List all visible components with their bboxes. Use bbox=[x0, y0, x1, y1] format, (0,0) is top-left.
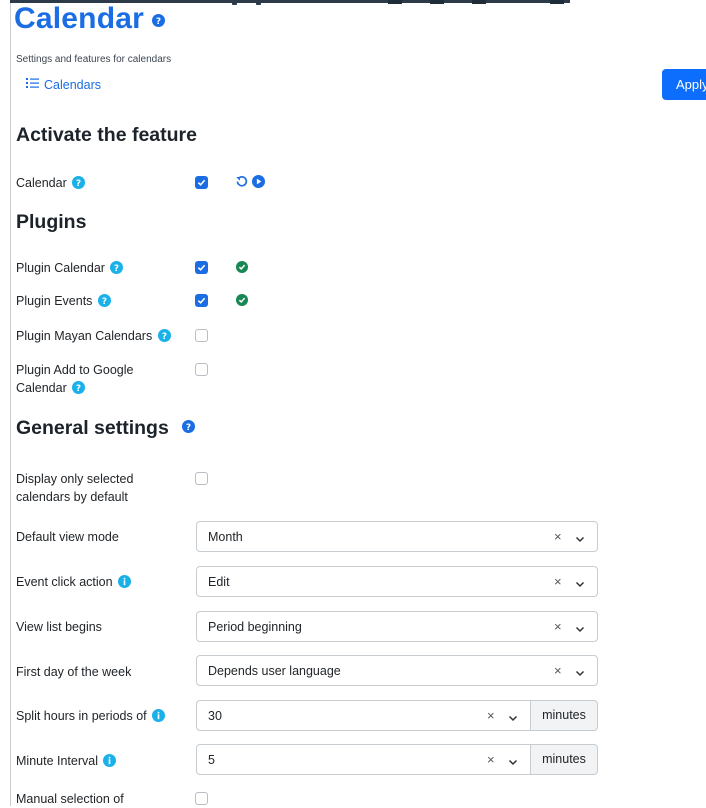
display-selected-label-line2: calendars by default bbox=[16, 490, 128, 504]
section-heading-general: General settings ? bbox=[16, 416, 196, 440]
list-icon bbox=[26, 77, 39, 92]
plugin-calendar-checkbox[interactable] bbox=[195, 261, 208, 274]
check-icon bbox=[197, 179, 206, 186]
row-label-display-selected: Display only selected calendars by defau… bbox=[16, 470, 133, 506]
chevron-down-icon[interactable] bbox=[575, 666, 585, 681]
plugin-google-label-line2: Calendar bbox=[16, 381, 67, 395]
question-icon[interactable]: ? bbox=[157, 329, 171, 347]
info-icon[interactable] bbox=[152, 709, 166, 727]
calendar-label: Calendar bbox=[16, 176, 67, 190]
svg-text:?: ? bbox=[76, 179, 81, 189]
chevron-down-icon[interactable] bbox=[508, 755, 518, 770]
question-icon[interactable]: ? bbox=[110, 261, 124, 279]
row-label-manual-selection: Manual selection of bbox=[16, 792, 124, 806]
row-label-split-hours: Split hours in periods of bbox=[16, 707, 166, 727]
display-selected-label-line1: Display only selected bbox=[16, 472, 134, 486]
row-label-event-click: Event click action bbox=[16, 573, 132, 593]
event-click-select[interactable]: Edit × bbox=[196, 566, 598, 597]
row-label-first-day: First day of the week bbox=[16, 665, 132, 679]
reset-icon[interactable] bbox=[235, 175, 248, 191]
page-title: Calendar bbox=[14, 2, 144, 35]
row-label-calendar: Calendar ? bbox=[16, 174, 86, 194]
page-border bbox=[10, 0, 11, 806]
breadcrumb-label: Calendars bbox=[44, 77, 101, 92]
event-click-label: Event click action bbox=[16, 575, 113, 589]
default-view-select[interactable]: Month × bbox=[196, 521, 598, 552]
svg-text:?: ? bbox=[102, 297, 107, 307]
help-icon[interactable]: ? bbox=[182, 416, 196, 439]
default-view-value: Month bbox=[208, 530, 243, 544]
calendar-checkbox[interactable] bbox=[195, 176, 208, 189]
section-heading-activate: Activate the feature bbox=[16, 124, 197, 146]
chevron-down-icon[interactable] bbox=[575, 622, 585, 637]
minute-interval-label: Minute Interval bbox=[16, 754, 98, 768]
svg-text:?: ? bbox=[156, 17, 161, 27]
first-day-select[interactable]: Depends user language × bbox=[196, 655, 598, 686]
view-list-value: Period beginning bbox=[208, 620, 302, 634]
row-label-plugin-mayan: Plugin Mayan Calendars ? bbox=[16, 327, 171, 347]
display-selected-checkbox[interactable] bbox=[195, 472, 208, 485]
split-hours-select[interactable]: 30 × bbox=[196, 700, 531, 731]
plugin-calendar-label: Plugin Calendar bbox=[16, 261, 105, 275]
row-label-plugin-calendar: Plugin Calendar ? bbox=[16, 259, 124, 279]
general-heading-text: General settings bbox=[16, 417, 169, 439]
chevron-down-icon[interactable] bbox=[575, 532, 585, 547]
cropped-header-glyph bbox=[232, 0, 237, 5]
play-circle-icon[interactable] bbox=[252, 175, 265, 191]
clear-icon[interactable]: × bbox=[554, 574, 562, 589]
question-icon[interactable]: ? bbox=[97, 294, 111, 312]
row-label-view-list: View list begins bbox=[16, 620, 102, 634]
view-list-select[interactable]: Period beginning × bbox=[196, 611, 598, 642]
row-label-plugin-google: Plugin Add to Google Calendar ? bbox=[16, 361, 133, 399]
check-circle-icon bbox=[236, 294, 248, 306]
page-header: Calendar ? bbox=[14, 2, 165, 36]
svg-text:?: ? bbox=[186, 423, 191, 433]
row-label-minute-interval: Minute Interval bbox=[16, 752, 117, 772]
clear-icon[interactable]: × bbox=[487, 752, 495, 767]
chevron-down-icon[interactable] bbox=[508, 711, 518, 726]
question-icon[interactable]: ? bbox=[72, 381, 86, 399]
plugin-google-checkbox[interactable] bbox=[195, 363, 208, 376]
plugin-events-label: Plugin Events bbox=[16, 294, 93, 308]
split-hours-label: Split hours in periods of bbox=[16, 709, 147, 723]
event-click-value: Edit bbox=[208, 575, 230, 589]
split-hours-value: 30 bbox=[208, 709, 222, 723]
svg-text:?: ? bbox=[76, 384, 81, 394]
plugin-google-label-line1: Plugin Add to Google bbox=[16, 363, 134, 377]
manual-selection-checkbox[interactable] bbox=[195, 792, 208, 805]
plugin-mayan-checkbox[interactable] bbox=[195, 329, 208, 342]
info-icon[interactable] bbox=[118, 575, 132, 593]
row-label-plugin-events: Plugin Events ? bbox=[16, 292, 111, 312]
clear-icon[interactable]: × bbox=[554, 529, 562, 544]
svg-text:?: ? bbox=[162, 332, 167, 342]
minute-interval-select[interactable]: 5 × bbox=[196, 744, 531, 775]
apply-button[interactable]: Apply bbox=[662, 69, 706, 100]
breadcrumb[interactable]: Calendars bbox=[26, 77, 101, 92]
minute-interval-value: 5 bbox=[208, 753, 215, 767]
cropped-header-glyph bbox=[388, 0, 402, 4]
question-icon[interactable]: ? bbox=[72, 176, 86, 194]
cropped-header-glyph bbox=[472, 0, 486, 4]
svg-text:?: ? bbox=[114, 264, 119, 274]
section-heading-plugins: Plugins bbox=[16, 211, 87, 233]
minute-interval-unit: minutes bbox=[530, 744, 598, 775]
first-day-value: Depends user language bbox=[208, 664, 341, 678]
cropped-header-glyph bbox=[550, 0, 564, 4]
plugin-mayan-label: Plugin Mayan Calendars bbox=[16, 329, 153, 343]
help-icon[interactable]: ? bbox=[151, 14, 165, 30]
clear-icon[interactable]: × bbox=[554, 663, 562, 678]
cropped-header-glyph bbox=[430, 0, 444, 4]
clear-icon[interactable]: × bbox=[487, 708, 495, 723]
check-icon bbox=[197, 264, 206, 271]
check-icon bbox=[197, 297, 206, 304]
chevron-down-icon[interactable] bbox=[575, 577, 585, 592]
row-label-default-view: Default view mode bbox=[16, 530, 119, 544]
info-icon[interactable] bbox=[103, 754, 117, 772]
cropped-header-glyph bbox=[256, 0, 261, 5]
clear-icon[interactable]: × bbox=[554, 619, 562, 634]
check-circle-icon bbox=[236, 261, 248, 273]
page-subtitle: Settings and features for calendars bbox=[16, 54, 172, 65]
split-hours-unit: minutes bbox=[530, 700, 598, 731]
plugin-events-checkbox[interactable] bbox=[195, 294, 208, 307]
